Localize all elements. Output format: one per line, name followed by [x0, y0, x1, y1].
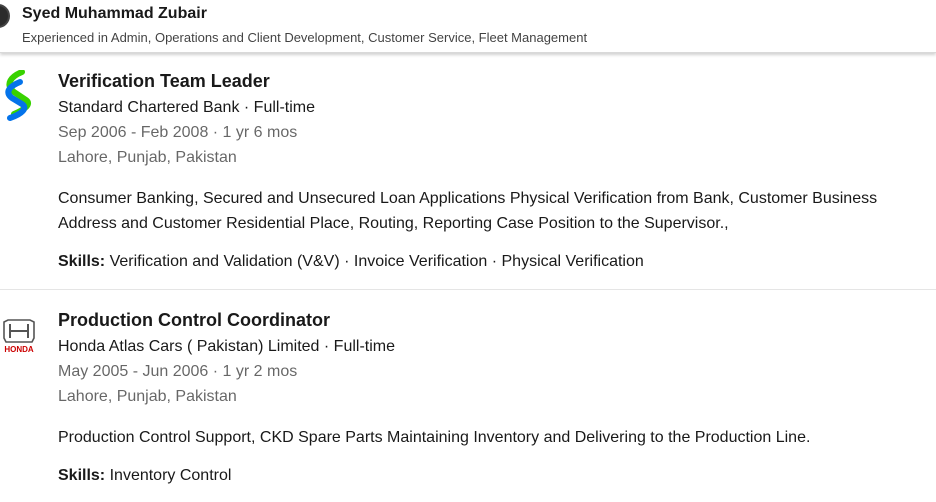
- profile-name[interactable]: Syed Muhammad Zubair: [22, 5, 207, 23]
- sticky-profile-header: Syed Muhammad Zubair Experienced in Admi…: [0, 0, 936, 53]
- skills-label: Skills:: [58, 467, 106, 484]
- divider: [0, 289, 936, 290]
- job-skills[interactable]: Skills: Inventory Control: [58, 467, 231, 485]
- job-title[interactable]: Verification Team Leader: [58, 71, 270, 92]
- job-location: Lahore, Punjab, Pakistan: [58, 149, 237, 166]
- company-name: Standard Chartered Bank · Full-time: [58, 99, 315, 116]
- company-name: Honda Atlas Cars ( Pakistan) Limited · F…: [58, 338, 395, 355]
- job-dates: Sep 2006 - Feb 2008 · 1 yr 6 mos: [58, 124, 298, 141]
- profile-headline: Experienced in Admin, Operations and Cli…: [22, 30, 588, 45]
- job-description-line: Production Control Support, CKD Spare Pa…: [58, 429, 811, 446]
- job-title[interactable]: Production Control Coordinator: [58, 310, 330, 331]
- job-description-line: Consumer Banking, Secured and Unsecured …: [58, 190, 878, 207]
- job-dates: May 2005 - Jun 2006 · 1 yr 2 mos: [58, 363, 298, 380]
- profile-avatar[interactable]: [0, 4, 10, 28]
- job-description-line: Address and Customer Residential Place, …: [58, 215, 729, 232]
- standard-chartered-logo-icon[interactable]: [0, 69, 36, 126]
- skills-list: Verification and Validation (V&V) · Invo…: [109, 253, 644, 270]
- honda-logo-icon[interactable]: HONDA: [0, 316, 36, 356]
- skills-label: Skills:: [58, 253, 106, 270]
- job-description: Production Control Support, CKD Spare Pa…: [58, 425, 936, 450]
- job-location: Lahore, Punjab, Pakistan: [58, 388, 237, 405]
- job-skills[interactable]: Skills: Verification and Validation (V&V…: [58, 253, 644, 271]
- skills-list: Inventory Control: [109, 467, 232, 484]
- honda-logo-text: HONDA: [4, 345, 34, 354]
- job-description: Consumer Banking, Secured and Unsecured …: [58, 186, 936, 236]
